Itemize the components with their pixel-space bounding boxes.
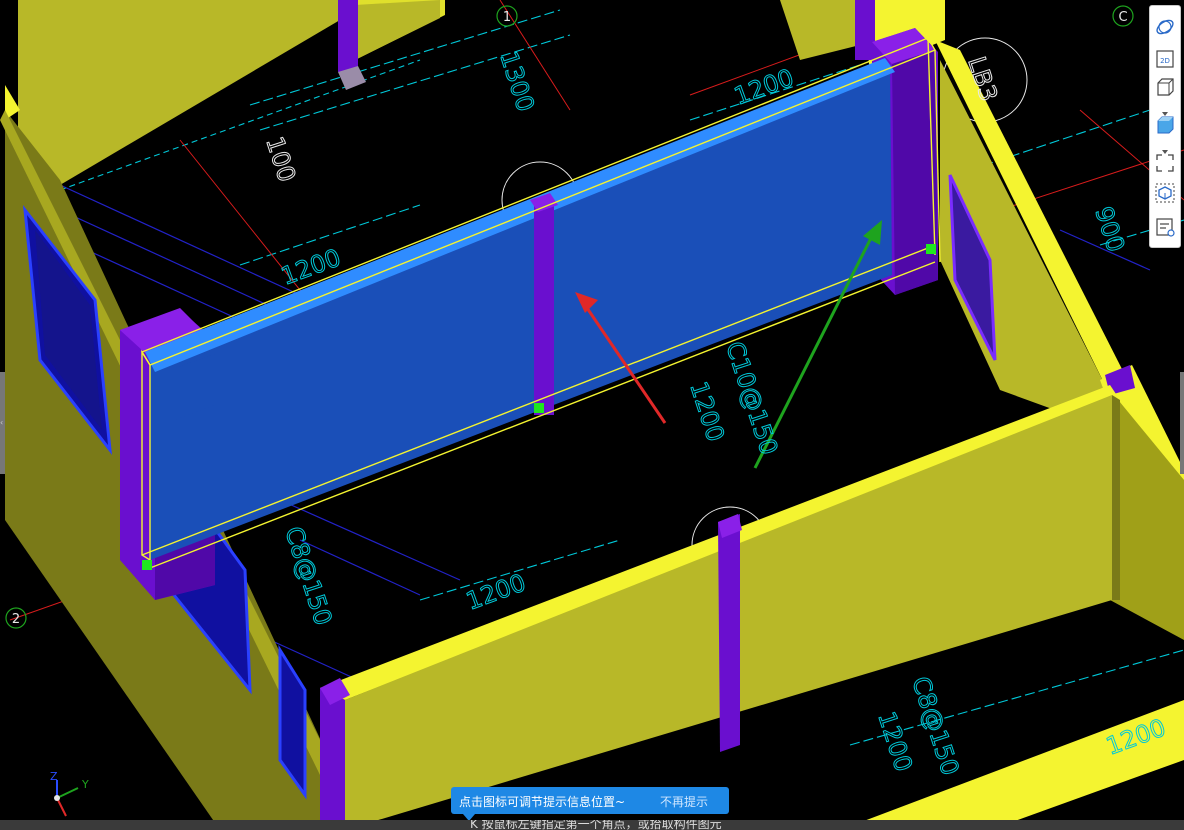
column-selected-mid[interactable] [534,200,554,415]
dim-1300: 1300 [494,48,540,115]
dim-100: 100 [260,133,301,185]
model-scene[interactable]: 1300 1200 100 1200 C10@150 1200 900 LB3 … [0,0,1184,830]
svg-text:Z: Z [50,770,58,783]
dim-900: 900 [1089,203,1130,255]
zoom-extents-icon[interactable] [1154,152,1176,174]
hint-message: 点击图标可调节提示信息位置~ [459,795,626,809]
dim-1200-center: 1200 [684,378,730,445]
grid-bubble-2: 2 [5,607,27,629]
3d-viewport[interactable]: 1300 1200 100 1200 C10@150 1200 900 LB3 … [0,0,1184,830]
grip-point-right[interactable] [926,244,936,254]
svg-text:Y: Y [81,778,89,791]
svg-text:2: 2 [12,612,20,627]
hint-tooltip[interactable]: 点击图标可调节提示信息位置~ 不再提示 [451,787,729,821]
select-cube-icon[interactable] [1154,182,1176,204]
2d-view-icon[interactable]: 2D [1154,48,1176,70]
expand-arrow-icon[interactable]: ‹ [0,418,5,428]
command-prompt: K 按鼠标左键指定第一个角点，或拾取构件图元 [470,820,722,830]
solid-box-icon[interactable] [1154,114,1176,136]
orbit-icon[interactable] [1154,16,1176,38]
dim-1200-br: 1200 [872,708,918,775]
svg-text:1: 1 [503,10,511,25]
dim-c8-left: C8@150 [279,523,337,629]
command-status-bar: K 按鼠标左键指定第一个角点，或拾取构件图元 [0,820,1184,830]
column-bottom-center[interactable] [718,514,740,752]
column-top-left[interactable] [338,0,358,72]
dim-c10: C10@150 [720,338,783,458]
svg-text:2D: 2D [1160,57,1170,65]
grid-bubble-1: 1 [496,5,518,27]
grip-point-left[interactable] [142,560,152,570]
dim-1200-bottom: 1200 [462,568,529,615]
wireframe-dropdown-icon[interactable] [1161,102,1169,116]
solid-dropdown-icon[interactable] [1161,140,1169,154]
dont-show-again-link[interactable]: 不再提示 [660,793,708,810]
svg-text:C: C [1118,10,1127,25]
right-panel-handle[interactable] [1180,372,1184,474]
properties-list-icon[interactable] [1154,216,1176,238]
view-toolbar: 2D [1149,5,1181,248]
wireframe-box-icon[interactable] [1154,76,1176,98]
grid-bubble-c: C [1112,5,1134,27]
grip-point-mid[interactable] [534,403,544,413]
